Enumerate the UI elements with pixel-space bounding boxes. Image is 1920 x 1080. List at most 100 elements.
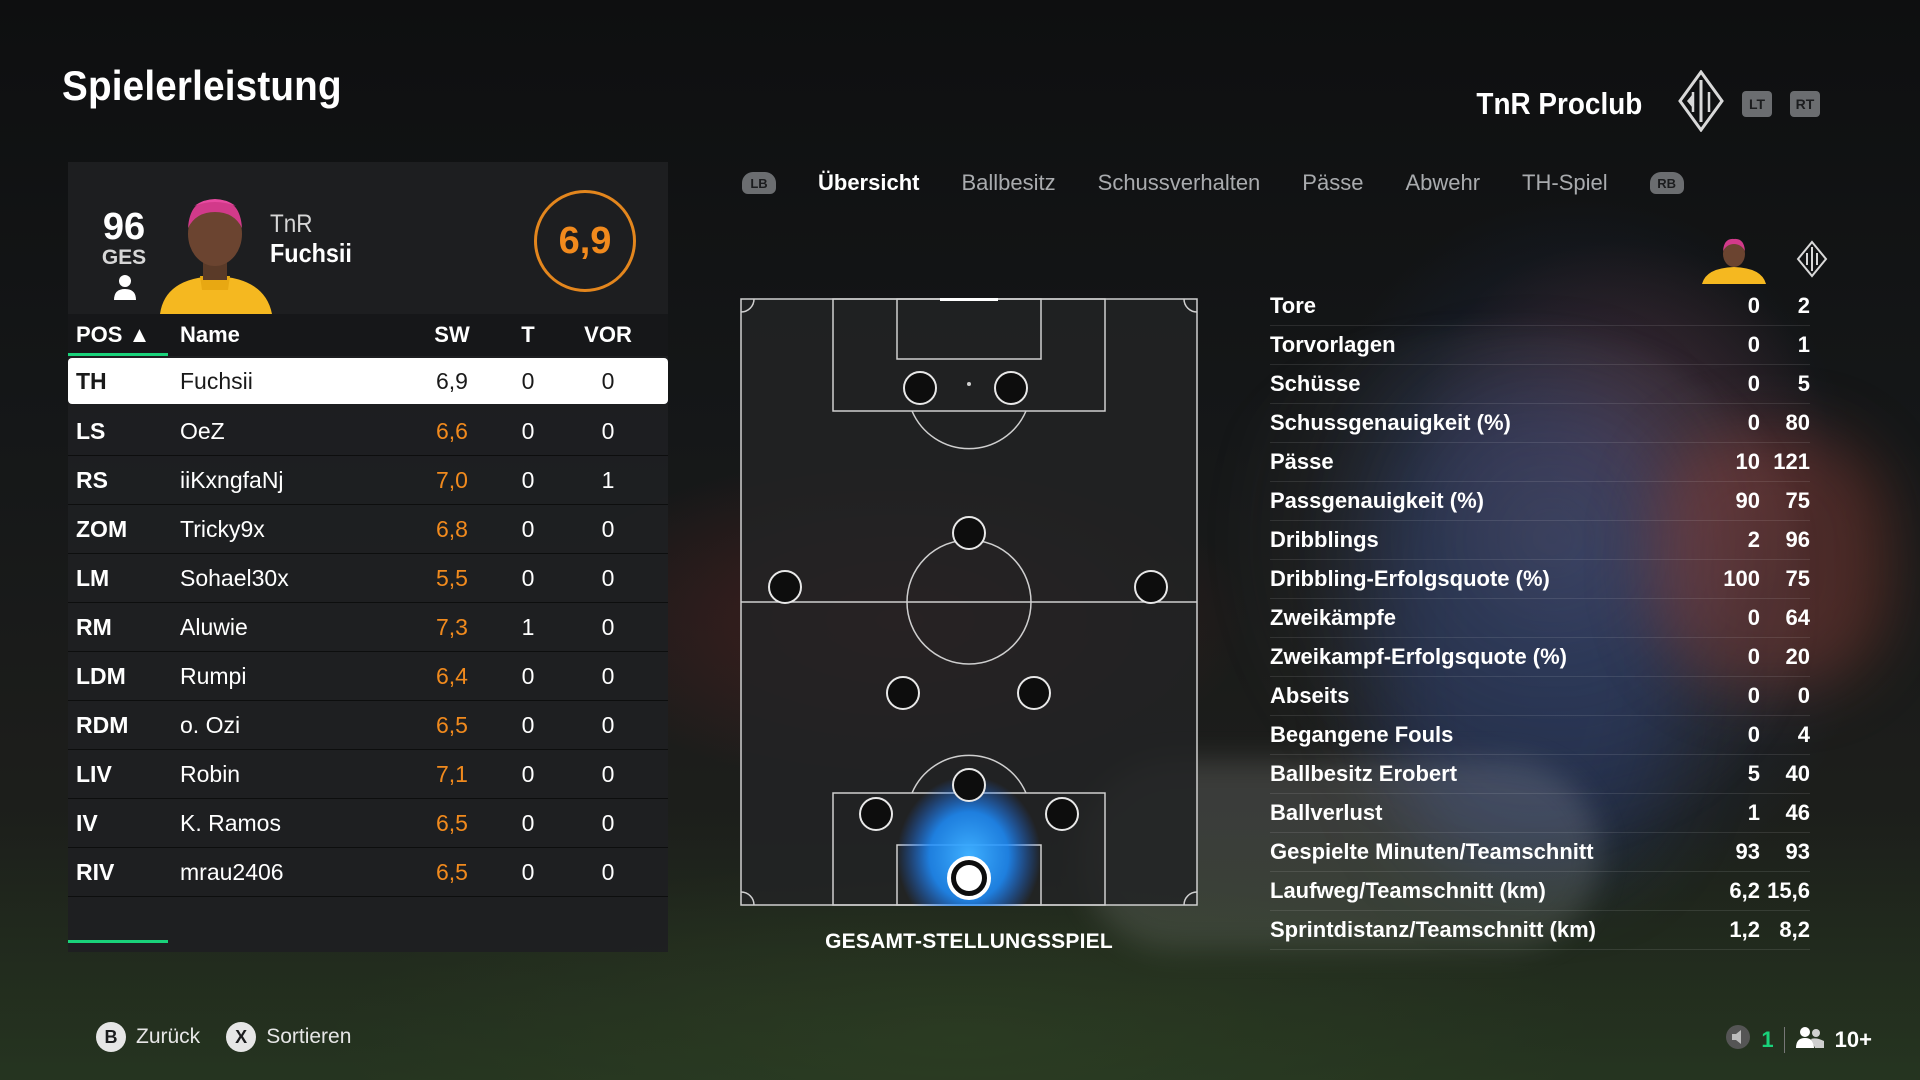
table-row[interactable]: RDM o. Ozi 6,5 0 0 <box>68 701 668 750</box>
stat-team-value: 80 <box>1785 410 1810 435</box>
header-sw[interactable]: SW <box>406 322 498 348</box>
table-row[interactable]: ZOM Tricky9x 6,8 0 0 <box>68 505 668 554</box>
stat-row: Dribblings 2 96 <box>1270 521 1810 560</box>
row-t: 0 <box>521 417 535 444</box>
stat-label: Abseits <box>1270 683 1350 708</box>
table-row[interactable]: LM Sohael30x 5,5 0 0 <box>68 554 668 603</box>
stat-team-value: 2 <box>1797 293 1810 318</box>
stat-team-value: 20 <box>1785 644 1810 669</box>
rb-bumper-button[interactable]: RB <box>1649 172 1684 194</box>
row-sw: 6,6 <box>436 417 468 444</box>
table-row[interactable]: IV K. Ramos 6,5 0 0 <box>68 799 668 848</box>
stat-label: Zweikämpfe <box>1270 605 1396 630</box>
player-marker-rdm[interactable] <box>1017 676 1051 710</box>
player-marker-lm[interactable] <box>768 570 802 604</box>
row-name: iiKxngfaNj <box>180 466 284 493</box>
stat-player-value: 0 <box>1747 410 1760 435</box>
row-sw: 6,5 <box>436 809 468 836</box>
row-pos: LS <box>76 417 106 444</box>
x-button-icon: X <box>226 1022 257 1052</box>
stat-label: Sprintdistanz/Teamschnitt (km) <box>1270 917 1596 942</box>
row-sw: 5,5 <box>436 564 468 591</box>
player-marker-liv[interactable] <box>859 797 893 831</box>
table-row[interactable]: TH Fuchsii 6,9 0 0 <box>68 358 668 404</box>
tab-ballbesitz[interactable]: Ballbesitz <box>961 170 1055 196</box>
player-column-avatar <box>1702 238 1766 284</box>
table-row[interactable]: RM Aluwie 7,3 1 0 <box>68 603 668 652</box>
stat-label: Torvorlagen <box>1270 332 1396 357</box>
header-vor[interactable]: VOR <box>558 322 658 348</box>
stat-row: Begangene Fouls 0 4 <box>1270 716 1810 755</box>
sort-hint[interactable]: X Sortieren <box>226 1022 351 1052</box>
tab-schussverhalten[interactable]: Schussverhalten <box>1098 170 1261 196</box>
tab-uebersicht[interactable]: Übersicht <box>818 170 919 196</box>
stat-label: Tore <box>1270 293 1317 318</box>
scroll-indicator <box>68 940 168 943</box>
row-pos: ZOM <box>76 515 128 542</box>
stat-player-value: 0 <box>1747 371 1760 396</box>
person-icon <box>110 272 140 302</box>
tab-th-spiel[interactable]: TH-Spiel <box>1522 170 1608 196</box>
party-count: 10+ <box>1834 1027 1872 1052</box>
tab-paesse[interactable]: Pässe <box>1302 170 1363 196</box>
row-vor: 0 <box>601 564 615 591</box>
stat-player-value: 93 <box>1735 839 1760 864</box>
row-t: 0 <box>521 662 535 689</box>
row-pos: RDM <box>76 711 129 738</box>
stat-row: Zweikampf-Erfolgsquote (%) 0 20 <box>1270 638 1810 677</box>
status-divider <box>1783 1027 1785 1053</box>
stat-player-value: 2 <box>1747 527 1760 552</box>
party-icon <box>1795 1025 1825 1055</box>
stat-label: Passgenauigkeit (%) <box>1270 488 1484 513</box>
footer-hints: B Zurück X Sortieren <box>96 1022 351 1052</box>
row-name: Robin <box>180 760 241 787</box>
header-pos[interactable]: POS ▲ <box>68 322 176 348</box>
stats-list: Tore 0 2 Torvorlagen 0 1 Schüsse 0 5 Schussgenaui… <box>1270 287 1810 950</box>
back-hint[interactable]: B Zurück <box>96 1022 200 1052</box>
header-t[interactable]: T <box>498 322 558 348</box>
club-crest-icon <box>1678 69 1724 137</box>
table-row[interactable]: LS OeZ 6,6 0 0 <box>68 407 668 456</box>
player-marker-ls[interactable] <box>903 371 937 405</box>
player-marker-riv[interactable] <box>1045 797 1079 831</box>
stat-team-value: 8,2 <box>1779 917 1810 942</box>
row-name: o. Ozi <box>180 711 241 738</box>
row-sw: 7,1 <box>436 760 468 787</box>
player-card: 96 GES TnR Fuchsii 6,9 <box>68 162 668 314</box>
row-sw: 6,5 <box>436 858 468 885</box>
table-row[interactable]: RS iiKxngfaNj 7,0 0 1 <box>68 456 668 505</box>
stat-tabs: LB Übersicht Ballbesitz Schussverhalten … <box>742 170 1684 196</box>
player-marker-zom[interactable] <box>952 516 986 550</box>
row-sw: 6,4 <box>436 662 468 689</box>
stat-player-value: 0 <box>1747 332 1760 357</box>
row-pos: RIV <box>76 858 115 885</box>
player-marker-rm[interactable] <box>1134 570 1168 604</box>
stat-player-value: 1,2 <box>1729 917 1760 942</box>
row-t: 0 <box>521 515 535 542</box>
header-name[interactable]: Name <box>176 322 406 348</box>
player-team: TnR <box>270 210 313 238</box>
row-vor: 0 <box>601 613 615 640</box>
lb-bumper-button[interactable]: LB <box>742 172 776 194</box>
stat-label: Dribbling-Erfolgsquote (%) <box>1270 566 1550 591</box>
stats-column-icons <box>1700 232 1840 284</box>
stat-row: Gespielte Minuten/Teamschnitt 93 93 <box>1270 833 1810 872</box>
row-name: Rumpi <box>180 662 247 689</box>
table-row[interactable]: LDM Rumpi 6,4 0 0 <box>68 652 668 701</box>
stat-team-value: 46 <box>1785 800 1810 825</box>
tab-abwehr[interactable]: Abwehr <box>1405 170 1480 196</box>
player-marker-ldm[interactable] <box>886 676 920 710</box>
row-t: 0 <box>521 564 535 591</box>
table-row[interactable]: RIV mrau2406 6,5 0 0 <box>68 848 668 897</box>
player-marker-rs[interactable] <box>994 371 1028 405</box>
row-name: Fuchsii <box>180 367 253 394</box>
table-row[interactable]: LIV Robin 7,1 0 0 <box>68 750 668 799</box>
row-vor: 0 <box>601 760 615 787</box>
rt-trigger-button[interactable]: RT <box>1790 90 1820 117</box>
stat-row: Laufweg/Teamschnitt (km) 6,2 15,6 <box>1270 872 1810 911</box>
row-t: 0 <box>521 711 535 738</box>
lt-trigger-button[interactable]: LT <box>1742 90 1772 117</box>
player-avatar <box>140 192 290 314</box>
stat-player-value: 0 <box>1747 293 1760 318</box>
player-marker-iv[interactable] <box>952 768 986 802</box>
